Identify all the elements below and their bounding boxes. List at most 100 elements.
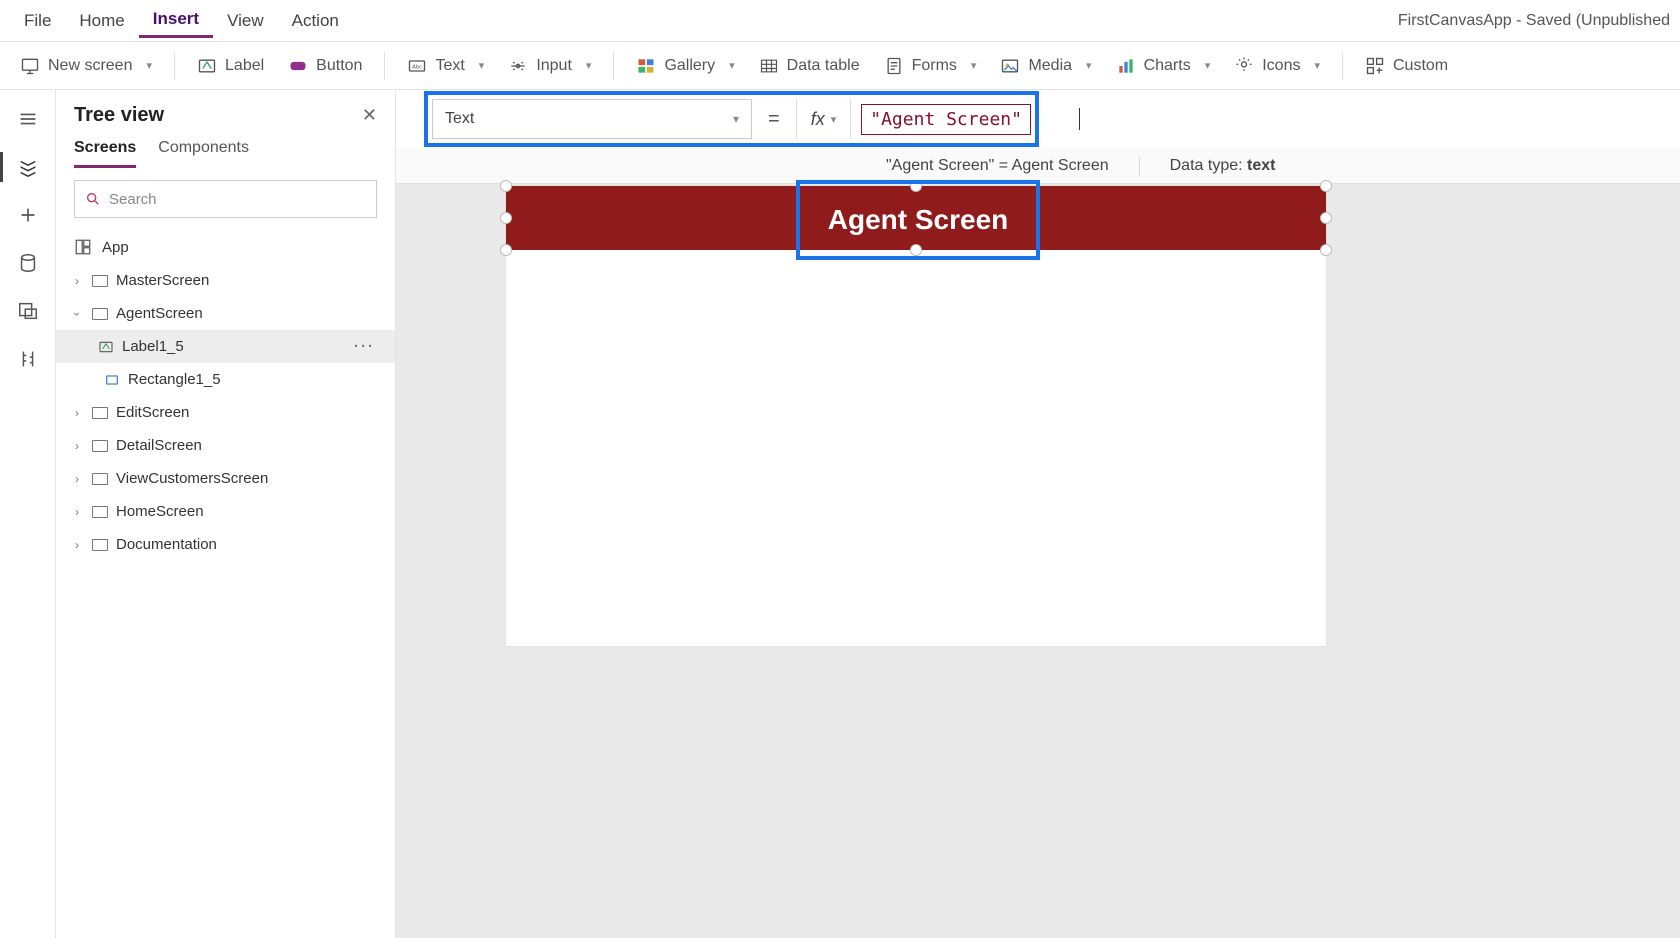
canvas[interactable]: Text = fx "Agent Screen" "Agent Screen" …	[396, 90, 1680, 938]
fx-label: fx	[811, 109, 825, 130]
tree-node-label: Documentation	[116, 536, 217, 553]
input-label: Input	[536, 57, 572, 75]
tree-node-label: HomeScreen	[116, 503, 204, 520]
tree-node-viewcustomersscreen[interactable]: › ViewCustomersScreen	[56, 462, 395, 495]
app-icon	[74, 238, 92, 256]
new-screen-button[interactable]: New screen	[8, 52, 164, 80]
search-icon	[85, 191, 101, 207]
property-highlight: Text = fx "Agent Screen"	[424, 91, 1039, 147]
data-icon[interactable]	[17, 252, 39, 274]
icons-button[interactable]: Icons	[1222, 52, 1332, 80]
label-button[interactable]: Label	[185, 52, 276, 80]
icons-label: Icons	[1262, 57, 1300, 75]
more-icon[interactable]: ···	[354, 338, 375, 355]
tree-node-agentscreen[interactable]: ›AgentScreen	[56, 297, 395, 330]
tree-view-icon[interactable]	[17, 156, 39, 178]
menu-home[interactable]: Home	[65, 5, 138, 37]
screen-preview[interactable]: Agent Screen	[506, 186, 1326, 646]
separator	[1139, 156, 1140, 176]
media-label: Media	[1028, 57, 1072, 75]
tree-node-homescreen[interactable]: › HomeScreen	[56, 495, 395, 528]
chevron-right-icon[interactable]: ›	[70, 505, 84, 519]
tree-view-title: Tree view	[74, 104, 164, 127]
chevron-down-icon[interactable]: ›	[70, 307, 84, 321]
screen-icon	[92, 308, 108, 320]
text-button[interactable]: Abc Text	[395, 52, 496, 80]
insert-icon[interactable]	[17, 204, 39, 226]
text-label: Text	[435, 57, 464, 75]
chevron-right-icon[interactable]: ›	[70, 538, 84, 552]
left-rail	[0, 90, 56, 938]
label-control-selected[interactable]: Agent Screen	[796, 180, 1040, 260]
menu-action[interactable]: Action	[278, 5, 353, 37]
screen-icon	[92, 440, 108, 452]
close-icon[interactable]: ✕	[362, 105, 377, 126]
menu-file[interactable]: File	[10, 5, 65, 37]
tree-node-label: Rectangle1_5	[128, 371, 221, 388]
form-icon	[884, 56, 904, 76]
ribbon: New screen Label Button Abc Text Input G…	[0, 42, 1680, 90]
icons-icon	[1234, 56, 1254, 76]
chevron-right-icon[interactable]: ›	[70, 406, 84, 420]
media-nav-icon[interactable]	[17, 300, 39, 322]
label-label: Label	[225, 57, 264, 75]
hamburger-icon[interactable]	[17, 108, 39, 130]
screen-icon	[92, 275, 108, 287]
input-button[interactable]: Input	[496, 52, 603, 80]
separator	[174, 52, 175, 80]
button-icon	[288, 56, 308, 76]
app-title: FirstCanvasApp - Saved (Unpublished	[1398, 12, 1670, 30]
fx-button[interactable]: fx	[796, 99, 852, 139]
custom-label: Custom	[1393, 57, 1448, 75]
gallery-button[interactable]: Gallery	[624, 52, 746, 80]
data-table-button[interactable]: Data table	[747, 52, 872, 80]
rectangle-icon	[104, 372, 120, 388]
resize-handle[interactable]	[500, 180, 512, 192]
formula-result-row: "Agent Screen" = Agent Screen Data type:…	[396, 148, 1680, 184]
tab-components[interactable]: Components	[158, 139, 249, 168]
resize-handle[interactable]	[1320, 180, 1332, 192]
menu-insert[interactable]: Insert	[139, 3, 213, 38]
label-icon	[197, 56, 217, 76]
chevron-right-icon[interactable]: ›	[70, 439, 84, 453]
property-select[interactable]: Text	[432, 99, 752, 139]
tree-app-label: App	[102, 239, 129, 256]
tree-node-label1-5[interactable]: Label1_5 ···	[56, 330, 395, 363]
tree-node-detailscreen[interactable]: ›DetailScreen	[56, 429, 395, 462]
media-icon	[1000, 56, 1020, 76]
separator	[1342, 52, 1343, 80]
input-icon	[508, 56, 528, 76]
button-button[interactable]: Button	[276, 52, 374, 80]
resize-handle[interactable]	[500, 244, 512, 256]
menu-view[interactable]: View	[213, 5, 278, 37]
tree-app-node[interactable]: App	[56, 230, 395, 264]
tree-node-editscreen[interactable]: › EditScreen	[56, 396, 395, 429]
formula-input[interactable]	[1080, 99, 1680, 139]
chevron-right-icon[interactable]: ›	[70, 472, 84, 486]
forms-label: Forms	[912, 57, 957, 75]
text-icon: Abc	[407, 56, 427, 76]
tab-screens[interactable]: Screens	[74, 139, 136, 168]
custom-icon	[1365, 56, 1385, 76]
tree-node-label: ViewCustomersScreen	[116, 470, 268, 487]
search-placeholder: Search	[109, 191, 157, 208]
tree-node-masterscreen[interactable]: ›MasterScreen	[56, 264, 395, 297]
screen-icon	[92, 407, 108, 419]
resize-handle[interactable]	[1320, 212, 1332, 224]
resize-handle[interactable]	[500, 212, 512, 224]
charts-button[interactable]: Charts	[1104, 52, 1223, 80]
resize-handle[interactable]	[1320, 244, 1332, 256]
media-button[interactable]: Media	[988, 52, 1103, 80]
tree-node-rectangle1-5[interactable]: Rectangle1_5	[56, 363, 395, 396]
table-icon	[759, 56, 779, 76]
tree-node-documentation[interactable]: › Documentation	[56, 528, 395, 561]
custom-button[interactable]: Custom	[1353, 52, 1460, 80]
screen-icon	[92, 506, 108, 518]
tree-node-label: EditScreen	[116, 404, 189, 421]
equals-label: =	[762, 108, 786, 131]
chevron-right-icon[interactable]: ›	[70, 274, 84, 288]
tools-icon[interactable]	[17, 348, 39, 370]
search-input[interactable]: Search	[74, 180, 377, 218]
forms-button[interactable]: Forms	[872, 52, 989, 80]
label-text: Agent Screen	[828, 204, 1009, 236]
